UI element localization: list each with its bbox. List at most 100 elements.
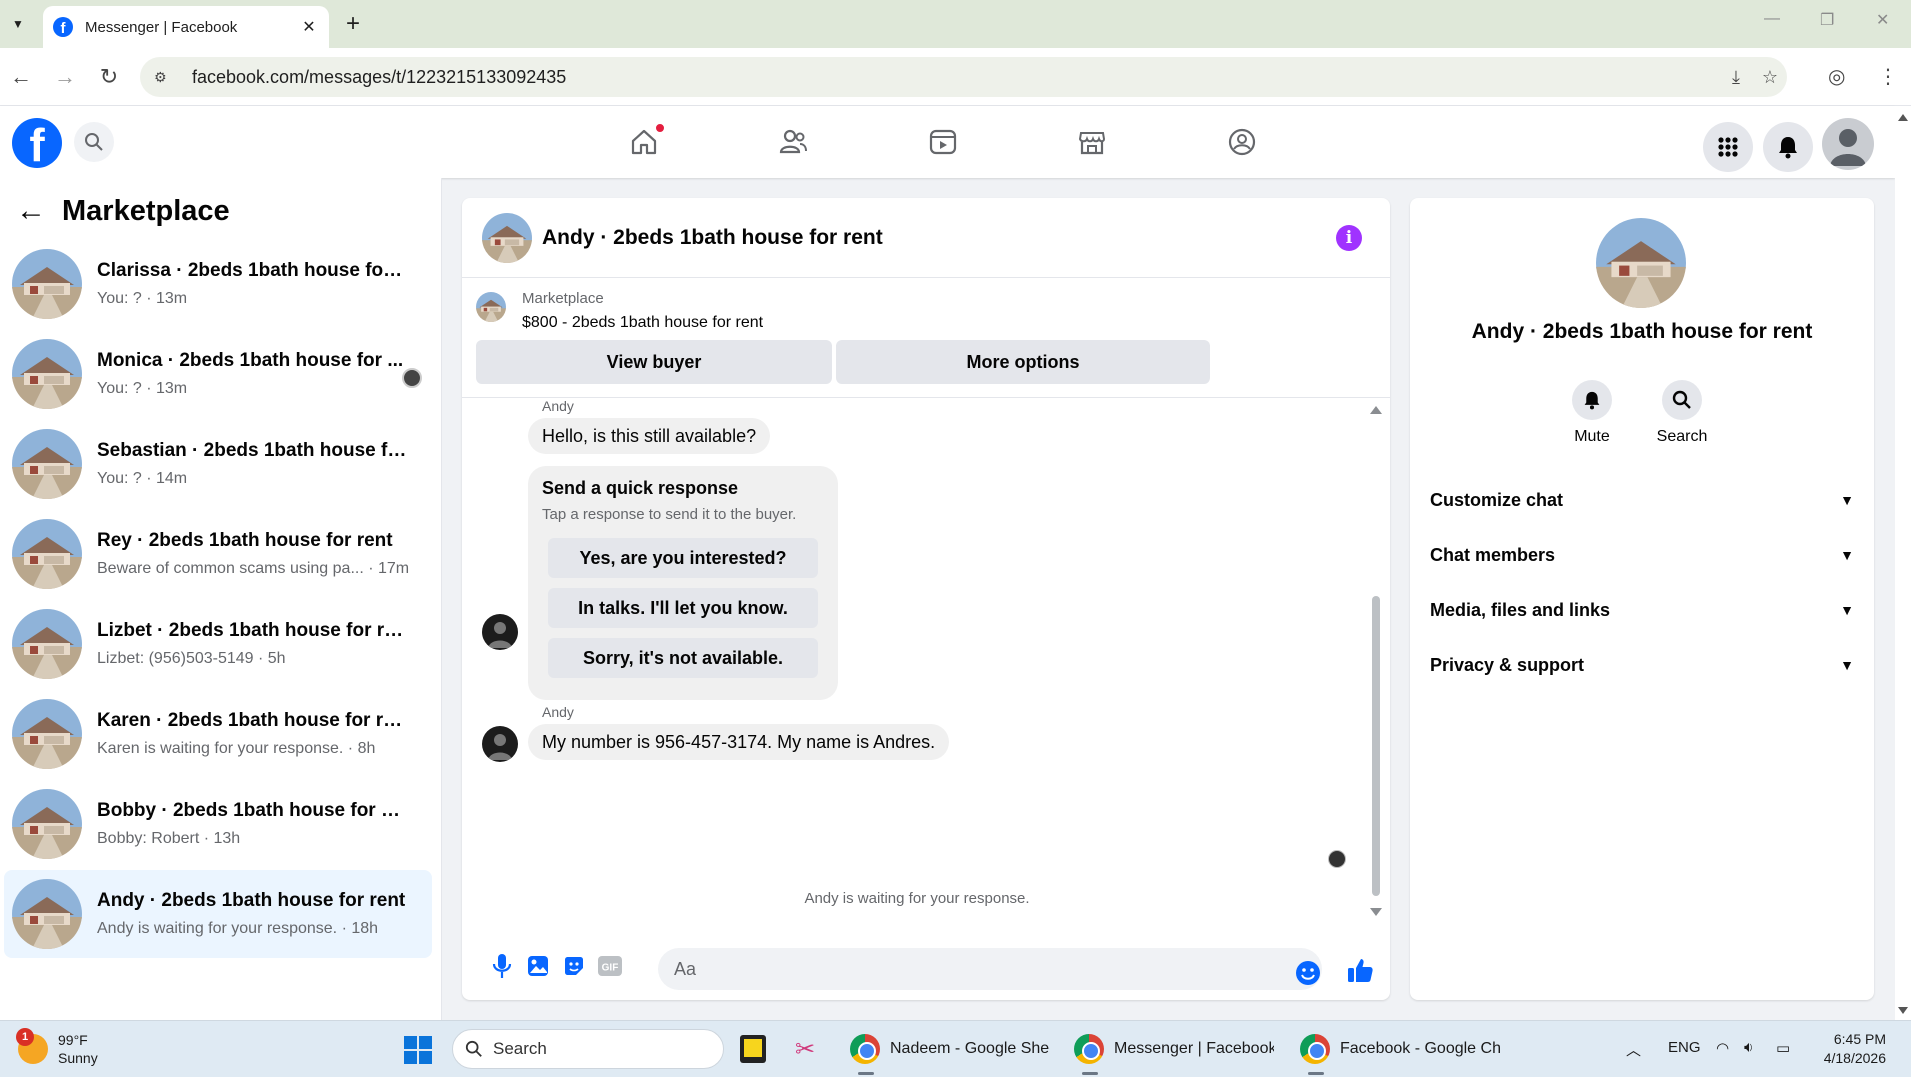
chat-title[interactable]: Andy · 2beds 1bath house for rent <box>542 226 883 250</box>
emoji-icon[interactable] <box>1294 959 1322 987</box>
chevron-down-icon: ▼ <box>1840 602 1854 618</box>
sender-avatar[interactable] <box>482 614 518 650</box>
conversation-item[interactable]: Sebastian · 2beds 1bath house for ... You… <box>4 420 432 508</box>
taskbar-app-facebook[interactable]: Facebook - Google Chrc <box>1300 1029 1500 1075</box>
window-close-icon[interactable]: ✕ <box>1876 10 1889 30</box>
customize-chat-section[interactable]: Customize chat ▼ <box>1430 480 1854 520</box>
language-indicator[interactable]: ENG <box>1668 1039 1701 1056</box>
back-icon[interactable]: ← <box>6 62 36 92</box>
conversation-item[interactable]: Monica · 2beds 1bath house for ... You: ?… <box>4 330 432 418</box>
listing-avatar <box>12 519 82 589</box>
address-bar[interactable]: ⚙ facebook.com/messages/t/12232151330924… <box>140 57 1787 97</box>
sticker-icon[interactable] <box>560 952 588 980</box>
windows-start-icon[interactable] <box>404 1036 432 1064</box>
conversation-item[interactable]: Bobby · 2beds 1bath house for rent Bobby:… <box>4 780 432 868</box>
facebook-header: f <box>0 106 1895 178</box>
listing-avatar <box>12 339 82 409</box>
mute-action[interactable]: Mute <box>1552 380 1632 446</box>
profile-icon[interactable]: ◎ <box>1828 64 1845 89</box>
tray-chevron-up-icon[interactable]: ︿ <box>1626 1039 1641 1060</box>
restore-icon[interactable]: ❐ <box>1820 10 1834 30</box>
search-icon <box>85 133 103 151</box>
quick-response-yes-button[interactable]: Yes, are you interested? <box>548 538 818 578</box>
back-arrow-icon[interactable]: ← <box>16 194 56 228</box>
facebook-search-button[interactable] <box>74 122 114 162</box>
message-bubble[interactable]: Hello, is this still available? <box>528 418 771 454</box>
conversation-item[interactable]: Lizbet · 2beds 1bath house for rent Lizbe… <box>4 600 432 688</box>
listing-title[interactable]: $800 - 2beds 1bath house for rent <box>522 314 763 332</box>
browser-menu-icon[interactable]: ⋮ <box>1878 64 1898 89</box>
url-text[interactable]: facebook.com/messages/t/1223215133092435 <box>192 67 1719 88</box>
like-thumb-icon[interactable] <box>1346 956 1374 984</box>
taskbar-app-sheets[interactable]: Nadeem - Google Shee <box>850 1029 1050 1075</box>
sun-icon: 1 <box>16 1028 48 1064</box>
quick-response-in-talks-button[interactable]: In talks. I'll let you know. <box>548 588 818 628</box>
page-scrollbar[interactable] <box>1895 106 1911 1020</box>
search-icon[interactable] <box>1662 380 1702 420</box>
taskbar-clock[interactable]: 6:45 PM 4/18/2026 <box>1806 1030 1886 1068</box>
bell-icon[interactable] <box>1572 380 1612 420</box>
facebook-logo-icon[interactable]: f <box>12 118 62 168</box>
chat-avatar[interactable] <box>482 213 532 263</box>
conversation-item[interactable]: Rey · 2beds 1bath house for rent Beware o… <box>4 510 432 598</box>
conversation-item[interactable]: Karen · 2beds 1bath house for rent Karen … <box>4 690 432 778</box>
snipping-tool-icon[interactable]: ✂ <box>795 1035 825 1065</box>
browser-toolbar: ← → ↻ ⚙ facebook.com/messages/t/12232151… <box>0 48 1911 106</box>
chat-members-section[interactable]: Chat members ▼ <box>1430 535 1854 575</box>
page-scroll-up-icon[interactable] <box>1898 114 1908 121</box>
notifications-button[interactable] <box>1763 122 1813 172</box>
new-tab-icon[interactable]: + <box>346 10 360 38</box>
volume-icon[interactable]: 🔉︎ <box>1744 1039 1753 1056</box>
tab-close-icon[interactable]: ✕ <box>297 17 321 37</box>
gaming-icon[interactable] <box>1220 120 1264 164</box>
reload-icon[interactable]: ↻ <box>94 62 124 92</box>
quick-response-not-available-button[interactable]: Sorry, it's not available. <box>548 638 818 678</box>
view-buyer-button[interactable]: View buyer <box>476 340 832 384</box>
wifi-icon[interactable]: ◠ <box>1716 1039 1729 1057</box>
friends-icon[interactable] <box>771 120 815 164</box>
message-bubble[interactable]: My number is 956-457-3174. My name is An… <box>528 724 950 760</box>
gif-icon[interactable]: GIF <box>596 952 624 980</box>
marketplace-icon[interactable] <box>1070 120 1114 164</box>
message-input[interactable] <box>658 948 1322 990</box>
microphone-icon[interactable] <box>488 952 516 980</box>
listing-thumbnail[interactable] <box>476 292 506 322</box>
taskbar-search[interactable]: Search <box>452 1029 724 1069</box>
forward-icon[interactable]: → <box>50 62 80 92</box>
conversation-item[interactable]: Andy · 2beds 1bath house for rent Andy is… <box>4 870 432 958</box>
search-action[interactable]: Search <box>1642 380 1722 446</box>
taskbar-search-label: Search <box>493 1039 547 1058</box>
install-app-icon[interactable]: ⤓ <box>1719 67 1753 88</box>
battery-icon[interactable]: ▭ <box>1776 1039 1790 1057</box>
conversation-preview: Bobby: Robert · 13h <box>97 830 241 847</box>
sender-name: Andy <box>542 398 574 414</box>
page-scroll-down-icon[interactable] <box>1898 1007 1908 1014</box>
privacy-support-section[interactable]: Privacy & support ▼ <box>1430 645 1854 685</box>
thread-scrollbar[interactable] <box>1370 406 1382 916</box>
account-avatar[interactable] <box>1822 118 1874 170</box>
scroll-thumb[interactable] <box>1372 596 1380 896</box>
menu-grid-button[interactable] <box>1703 122 1753 172</box>
tab-search-chevron-icon[interactable]: ▼ <box>6 12 30 36</box>
weather-widget[interactable]: 1 99°F Sunny <box>16 1028 98 1067</box>
sticky-notes-icon[interactable] <box>740 1035 766 1063</box>
info-icon[interactable]: i <box>1336 225 1362 251</box>
site-info-icon[interactable]: ⚙ <box>154 69 178 86</box>
bookmark-star-icon[interactable]: ☆ <box>1753 67 1787 88</box>
taskbar-app-messenger[interactable]: Messenger | Facebook - <box>1074 1029 1274 1075</box>
section-label: Media, files and links <box>1430 599 1611 620</box>
conversation-item[interactable]: Clarissa · 2beds 1bath house for rent You… <box>4 240 432 328</box>
video-icon[interactable] <box>921 120 965 164</box>
sender-avatar[interactable] <box>482 726 518 762</box>
contact-avatar[interactable] <box>1596 218 1686 308</box>
browser-tab-messenger[interactable]: f Messenger | Facebook ✕ <box>43 6 329 48</box>
minimize-icon[interactable]: — <box>1764 10 1780 28</box>
media-files-links-section[interactable]: Media, files and links ▼ <box>1430 590 1854 630</box>
more-options-button[interactable]: More options <box>836 340 1210 384</box>
scroll-up-arrow-icon[interactable] <box>1370 406 1382 414</box>
tab-title: Messenger | Facebook <box>85 18 238 36</box>
sidebar-header: ← Marketplace <box>16 194 230 228</box>
scroll-down-arrow-icon[interactable] <box>1370 908 1382 916</box>
photo-icon[interactable] <box>524 952 552 980</box>
conversation-name: Sebastian · 2beds 1bath house for ... <box>97 440 407 461</box>
